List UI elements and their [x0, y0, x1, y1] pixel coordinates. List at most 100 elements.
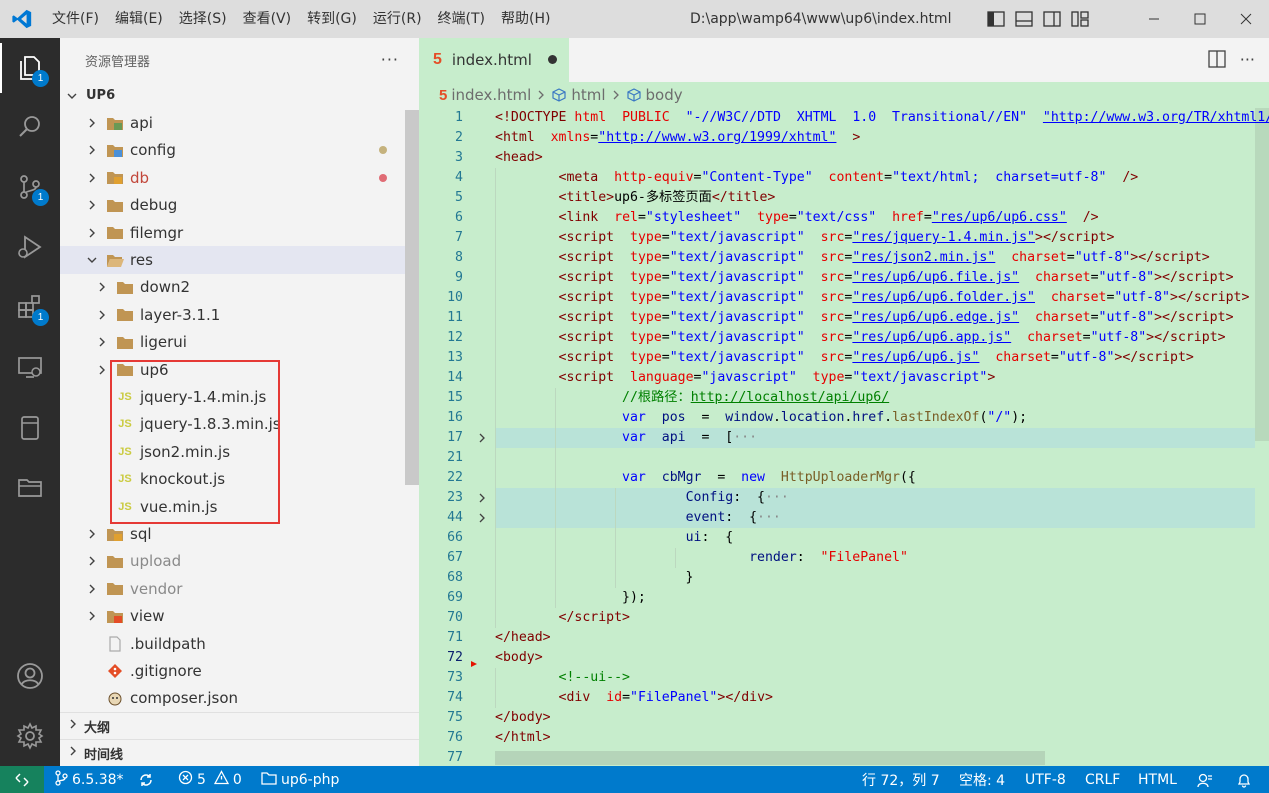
code-editor[interactable]: 1 2 3 4 5 6 7 8 9 10 11 12 13 14 15 16 17 21 22 23 44 66 67 68 6… — [419, 108, 1269, 766]
tree-item-label: view — [130, 607, 165, 626]
tree-item-down2[interactable]: down2 — [60, 274, 405, 301]
tab-label: index.html — [451, 51, 532, 69]
chevron-down-icon — [64, 88, 80, 104]
timeline-section[interactable]: 时间线 — [60, 739, 419, 766]
status-bar: 6.5.38* 5 0 up6-php 行 72，列 7 空格: 4 UTF-8… — [0, 766, 1269, 793]
tree-item-layer-3-1-1[interactable]: layer-3.1.1 — [60, 301, 405, 328]
code-line-6: <link rel="stylesheet" type="text/css" h… — [558, 210, 1099, 225]
tree-item-filemgr[interactable]: filemgr — [60, 219, 405, 246]
notifications-bell-icon[interactable] — [1236, 766, 1252, 793]
end-of-line[interactable]: CRLF — [1085, 766, 1120, 793]
tree-item-debug[interactable]: debug — [60, 192, 405, 219]
tree-item-vendor[interactable]: vendor — [60, 575, 405, 602]
extensions-icon[interactable]: 1 — [0, 282, 60, 332]
tree-item-gitignore[interactable]: .gitignore — [60, 657, 405, 684]
breadcrumb-body[interactable]: body — [646, 86, 683, 104]
tree-item-ligerui[interactable]: ligerui — [60, 329, 405, 356]
explorer-sidebar: 资源管理器 ··· UP6 api config db debug filemgr res d… — [60, 38, 419, 766]
code-line-73: <!--ui--> — [558, 670, 630, 685]
menu-view[interactable]: 查看(V) — [235, 0, 300, 38]
tree-item-sql[interactable]: sql — [60, 520, 405, 547]
workspace-folder[interactable]: up6-php — [261, 766, 339, 793]
more-actions-icon[interactable]: ··· — [381, 50, 399, 69]
explorer-title: 资源管理器 — [85, 54, 151, 70]
menu-selection[interactable]: 选择(S) — [171, 0, 235, 38]
sync-icon[interactable] — [138, 766, 154, 793]
tree-item-config[interactable]: config — [60, 137, 405, 164]
special-folder-icon — [106, 608, 124, 624]
code-line-14: <script language="javascript" type="text… — [558, 370, 996, 385]
warning-count: 0 — [232, 771, 242, 788]
split-editor-icon[interactable] — [1208, 50, 1226, 72]
folder-icon — [106, 581, 124, 597]
title-bar: 文件(F) 编辑(E) 选择(S) 查看(V) 转到(G) 运行(R) 终端(T… — [0, 0, 1269, 38]
folders-icon[interactable] — [0, 462, 60, 512]
line-number: 8 — [455, 250, 463, 265]
encoding[interactable]: UTF-8 — [1025, 766, 1066, 793]
tab-index-html[interactable]: 5 index.html — [419, 38, 569, 82]
explorer-badge: 1 — [32, 70, 49, 87]
line-number: 3 — [455, 150, 463, 165]
menu-run[interactable]: 运行(R) — [365, 0, 430, 38]
maximize-icon[interactable] — [1177, 0, 1223, 38]
code-line-69: }); — [495, 590, 646, 605]
horizontal-scrollbar[interactable] — [495, 751, 1045, 765]
toggle-panel-icon[interactable] — [1014, 9, 1034, 29]
chevron-right-icon[interactable] — [475, 428, 489, 448]
code-line-11: <script type="text/javascript" src="res/… — [558, 310, 1234, 325]
chevron-right-icon — [84, 608, 100, 624]
minimize-icon[interactable] — [1131, 0, 1177, 38]
editor-scrollbar[interactable] — [1255, 108, 1269, 441]
outline-section[interactable]: 大纲 — [60, 712, 419, 739]
search-icon[interactable] — [0, 102, 60, 152]
more-actions-icon[interactable]: ··· — [1240, 50, 1255, 72]
cursor-position[interactable]: 行 72，列 7 — [862, 766, 940, 793]
indentation[interactable]: 空格: 4 — [959, 766, 1005, 793]
menu-go[interactable]: 转到(G) — [299, 0, 365, 38]
remote-explorer-icon[interactable] — [0, 343, 60, 393]
code-line-76: </html> — [495, 730, 551, 745]
tree-item-composer-json[interactable]: composer.json — [60, 685, 405, 712]
device-icon[interactable] — [0, 403, 60, 453]
special-folder-icon — [106, 115, 124, 131]
feedback-icon[interactable] — [1197, 766, 1213, 793]
tree-item-view[interactable]: view — [60, 603, 405, 630]
tree-root-up6[interactable]: UP6 — [60, 82, 405, 109]
breadcrumb-html[interactable]: html — [571, 86, 605, 104]
chevron-right-icon[interactable] — [475, 508, 489, 528]
chevron-right-icon[interactable] — [475, 488, 489, 508]
branch-status[interactable]: 6.5.38* — [54, 766, 124, 793]
account-icon[interactable] — [0, 651, 60, 701]
line-number: 7 — [455, 230, 463, 245]
menu-terminal[interactable]: 终端(T) — [430, 0, 493, 38]
settings-gear-icon[interactable] — [0, 711, 60, 761]
window-controls — [1131, 0, 1269, 38]
folder-icon — [116, 279, 134, 295]
toggle-primary-sidebar-icon[interactable] — [986, 9, 1006, 29]
unsaved-dot-icon[interactable] — [548, 55, 557, 64]
menu-file[interactable]: 文件(F) — [44, 0, 107, 38]
menu-edit[interactable]: 编辑(E) — [107, 0, 171, 38]
source-control-icon[interactable]: 1 — [0, 162, 60, 212]
code-line-17: var api = [··· — [622, 430, 758, 445]
explorer-icon[interactable]: 1 — [0, 43, 60, 93]
remote-indicator-icon[interactable] — [0, 766, 44, 793]
language-mode[interactable]: HTML — [1138, 766, 1177, 793]
problems-status[interactable]: 5 0 — [178, 766, 242, 793]
sidebar-scrollbar[interactable] — [405, 110, 419, 485]
code-line-67: render: "FilePanel" — [749, 550, 908, 565]
breadcrumb-file[interactable]: index.html — [451, 86, 531, 104]
chevron-right-icon — [84, 581, 100, 597]
tree-item-api[interactable]: api — [60, 109, 405, 136]
menu-help[interactable]: 帮助(H) — [493, 0, 558, 38]
tree-item-db[interactable]: db — [60, 164, 405, 191]
line-number: 22 — [447, 470, 463, 485]
outline-label: 大纲 — [84, 720, 111, 736]
toggle-secondary-sidebar-icon[interactable] — [1042, 9, 1062, 29]
tree-item-upload[interactable]: upload — [60, 548, 405, 575]
run-debug-icon[interactable] — [0, 222, 60, 272]
tree-item-res[interactable]: res — [60, 246, 405, 274]
close-icon[interactable] — [1223, 0, 1269, 38]
customize-layout-icon[interactable] — [1070, 9, 1090, 29]
tree-item-buildpath[interactable]: .buildpath — [60, 630, 405, 657]
